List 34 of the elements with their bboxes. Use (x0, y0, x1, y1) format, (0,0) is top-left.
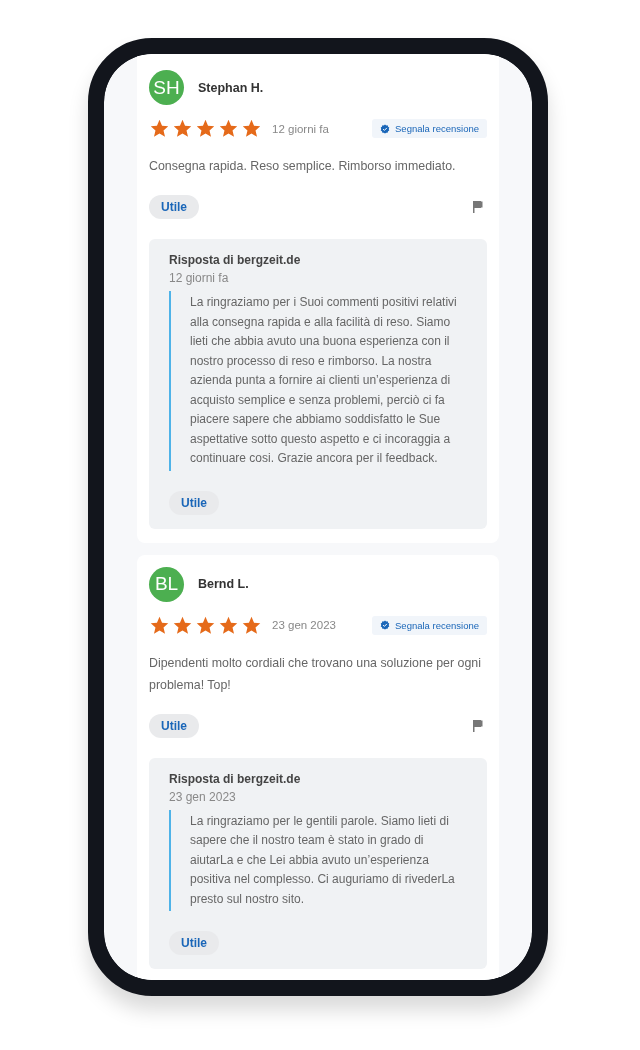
helpful-button[interactable]: Utile (149, 195, 199, 219)
star-icon (195, 118, 216, 139)
flag-icon[interactable] (471, 718, 485, 733)
star-icon (218, 118, 239, 139)
review-text: Consegna rapida. Reso semplice. Rimborso immediato. (149, 158, 457, 175)
avatar: SH (149, 70, 184, 105)
reply-date: 23 gen 2023 (169, 789, 237, 804)
verified-icon (380, 123, 390, 134)
review-date: 12 giorni fa (272, 122, 329, 135)
reviewer-name: Bernd L. (198, 577, 249, 591)
reviewer-name: Stephan H. (198, 80, 264, 95)
reply-title: Risposta di bergzeit.de (169, 253, 302, 267)
report-button[interactable]: Segnala recensione (372, 615, 487, 635)
helpful-button[interactable]: Utile (149, 713, 199, 738)
helpful-button[interactable]: Utile (169, 490, 219, 515)
verified-icon (380, 620, 390, 630)
reply-text: La ringraziamo per i Suoi commenti positivi relativi alla consegna rapida e alla facilità di reso. Siamo lieti che abbia avuto una buona esperienza con il nostro processo di reso e rimborso. La nostra azienda punta a fornire ai clienti un’esperienza di acquisto semplice e senza problemi, perciò ci fa piacere sapere che abbiamo soddisfatto le Sue aspettative sotto questo aspetto e ci incoraggia a continuare cosi. Grazie ancora per il feedback. (169, 291, 469, 471)
reply-date: 12 giorni fa (169, 271, 230, 285)
star-icon (195, 614, 216, 636)
flag-icon[interactable] (471, 200, 485, 214)
star-icon (172, 614, 193, 636)
star-icon (149, 118, 170, 139)
star-icon (218, 614, 239, 636)
reply-title: Risposta di bergzeit.de (169, 771, 302, 786)
star-icon (241, 118, 262, 139)
report-button[interactable]: Segnala recensione (372, 119, 487, 138)
reply-text: La ringraziamo per le gentili parole. Siamo lieti di sapere che il nostro team è stato in grado di aiutarLa e che Lei abbia avuto un’esperienza positiva nel complesso. Ci auguriamo di rivederLa presto sul nostro sito. (169, 809, 469, 911)
star-icon (149, 614, 170, 636)
star-icon (172, 118, 193, 139)
helpful-button[interactable]: Utile (169, 931, 219, 955)
avatar: BL (149, 566, 184, 602)
review-text: Dipendenti molto cordiali che trovano una soluzione per ogni problema! Top! (149, 654, 482, 694)
star-icon (241, 614, 262, 636)
review-date: 23 gen 2023 (272, 619, 336, 631)
